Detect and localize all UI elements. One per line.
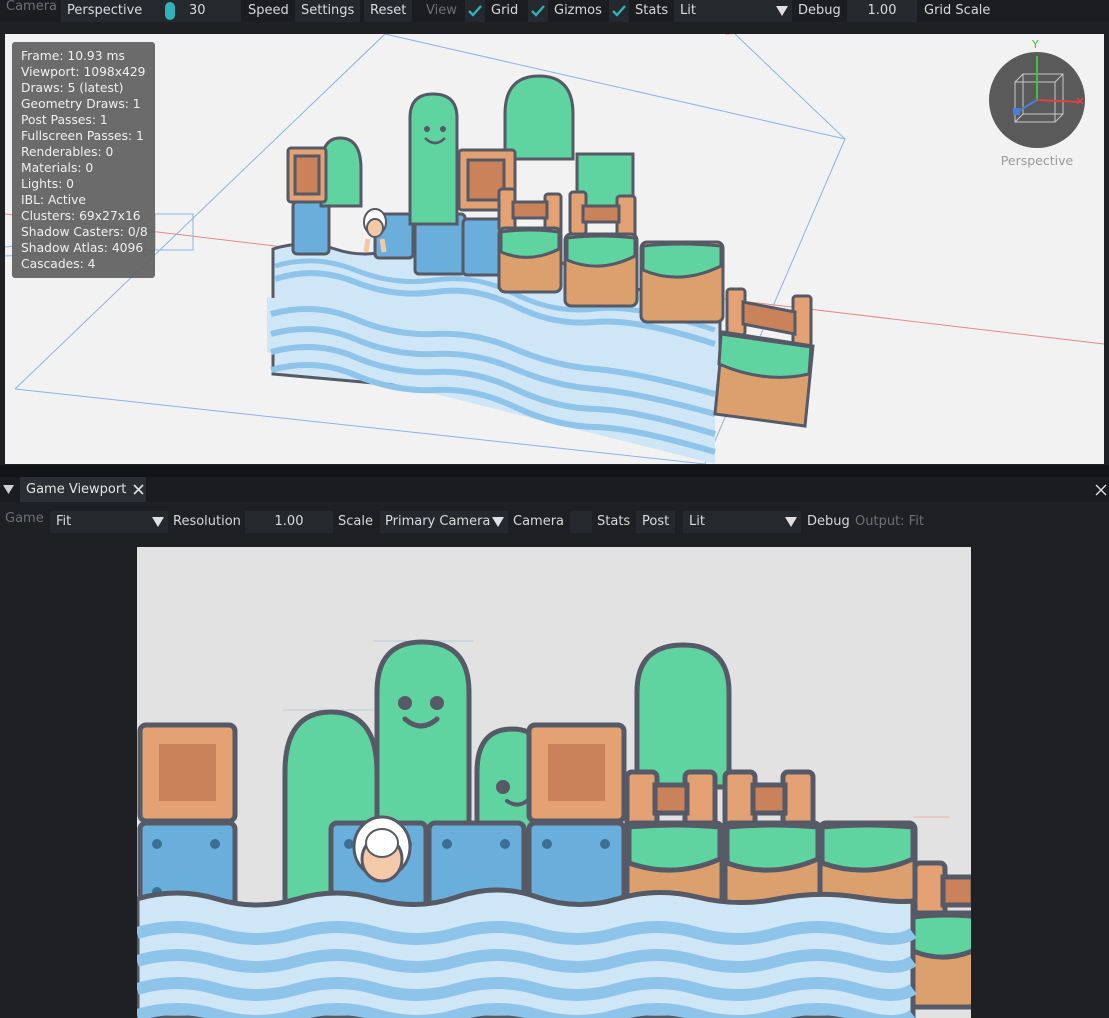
panel-menu-icon[interactable] — [3, 485, 14, 494]
stat-ibl: IBL: Active — [21, 193, 87, 207]
checkmark-icon — [612, 5, 626, 17]
scene-viewport[interactable] — [5, 34, 1104, 464]
dropdown-arrow-icon — [492, 517, 504, 527]
checkmark-icon — [468, 5, 482, 17]
output-label: Output: Fit — [855, 514, 924, 529]
settings-button[interactable]: Settings — [295, 0, 361, 22]
scene-render — [5, 34, 1104, 464]
grid-toggle[interactable]: Grid — [465, 0, 518, 22]
speed-label: Speed — [248, 3, 289, 18]
stat-renderables: Renderables: 0 — [21, 145, 114, 159]
camera-label: Camera — [513, 514, 565, 529]
stats-overlay: Frame: 10.93 ms Viewport: 1098x429 Draws… — [12, 42, 155, 278]
gizmos-checkbox[interactable] — [528, 0, 548, 22]
grid-scale-label: Grid Scale — [924, 3, 991, 18]
tab-title: Game Viewport — [26, 482, 127, 497]
stat-fullscreen-passes: Fullscreen Passes: 1 — [21, 129, 144, 143]
debug-label: Debug — [798, 3, 841, 18]
game-tab-bar: Game Viewport — [0, 477, 1109, 502]
shading-dropdown[interactable]: Lit — [674, 0, 792, 22]
gizmos-label: Gizmos — [554, 3, 602, 18]
stats-checkbox[interactable] — [570, 511, 592, 533]
close-panel-icon[interactable] — [1095, 484, 1107, 496]
scale-input[interactable]: 1.00 — [245, 511, 333, 533]
stats-toggle[interactable]: Stats — [609, 0, 668, 22]
reset-button[interactable]: Reset — [364, 0, 413, 22]
post-button[interactable]: Post — [636, 511, 676, 533]
grid-checkbox[interactable] — [465, 0, 485, 22]
stats-label: Stats — [635, 3, 669, 18]
projection-button[interactable]: Perspective — [61, 0, 154, 22]
game-label: Game — [5, 511, 44, 526]
game-shading-value: Lit — [689, 514, 705, 529]
axis-cube-icon — [1013, 56, 1084, 123]
stat-cascades: Cascades: 4 — [21, 257, 96, 271]
stat-shadow-atlas: Shadow Atlas: 4096 — [21, 241, 144, 255]
close-icon[interactable] — [133, 484, 144, 495]
grid-scale-input[interactable]: 1.00 — [847, 0, 917, 22]
camera-value: Primary Camera — [385, 514, 491, 529]
checkmark-icon — [531, 5, 545, 17]
resolution-label: Resolution — [173, 514, 241, 529]
gizmo-perspective-label: Perspective — [1000, 153, 1074, 168]
game-debug-label: Debug — [807, 514, 850, 529]
view-label: View — [426, 3, 457, 18]
stat-materials: Materials: 0 — [21, 161, 94, 175]
dropdown-arrow-icon — [776, 6, 788, 16]
tab-game-viewport[interactable]: Game Viewport — [20, 477, 146, 502]
gizmos-toggle[interactable]: Gizmos — [528, 0, 602, 22]
game-render-view[interactable] — [137, 547, 971, 1018]
game-controls-bar: Game Fit Resolution 1.00 Scale Primary C… — [0, 508, 1109, 536]
game-scene — [137, 639, 971, 1018]
stat-draws: Draws: 5 (latest) — [21, 81, 124, 95]
fit-mode-dropdown[interactable]: Fit — [50, 511, 168, 533]
slider-handle[interactable] — [165, 2, 175, 20]
camera-dropdown[interactable]: Primary Camera — [380, 511, 508, 533]
scale-label: Scale — [338, 514, 373, 529]
stat-frame: Frame: 10.93 ms — [21, 49, 125, 63]
scene-toolbar: Camera Perspective 30 Speed Settings Res… — [0, 0, 1109, 22]
stat-lights: Lights: 0 — [21, 177, 74, 191]
panel-splitter[interactable] — [0, 465, 1109, 477]
stats-label: Stats — [597, 514, 631, 529]
stats-checkbox[interactable] — [609, 0, 629, 22]
speed-value: 30 — [189, 3, 206, 18]
grid-label: Grid — [491, 3, 519, 18]
shading-value: Lit — [680, 3, 696, 18]
stat-clusters: Clusters: 69x27x16 — [21, 209, 141, 223]
dropdown-arrow-icon — [785, 517, 797, 527]
game-shading-dropdown[interactable]: Lit — [683, 511, 801, 533]
stat-shadow-casters: Shadow Casters: 0/8 — [21, 225, 148, 239]
stat-geometry-draws: Geometry Draws: 1 — [21, 97, 141, 111]
gizmo-axis-y: Y — [1032, 38, 1039, 51]
speed-slider[interactable]: 30 — [153, 0, 241, 22]
stat-post-passes: Post Passes: 1 — [21, 113, 108, 127]
stat-viewport: Viewport: 1098x429 — [21, 65, 146, 79]
fit-mode-value: Fit — [56, 514, 72, 529]
camera-label: Camera — [6, 0, 58, 14]
orientation-gizmo[interactable]: Y — [989, 38, 1085, 148]
dropdown-arrow-icon — [152, 517, 164, 527]
